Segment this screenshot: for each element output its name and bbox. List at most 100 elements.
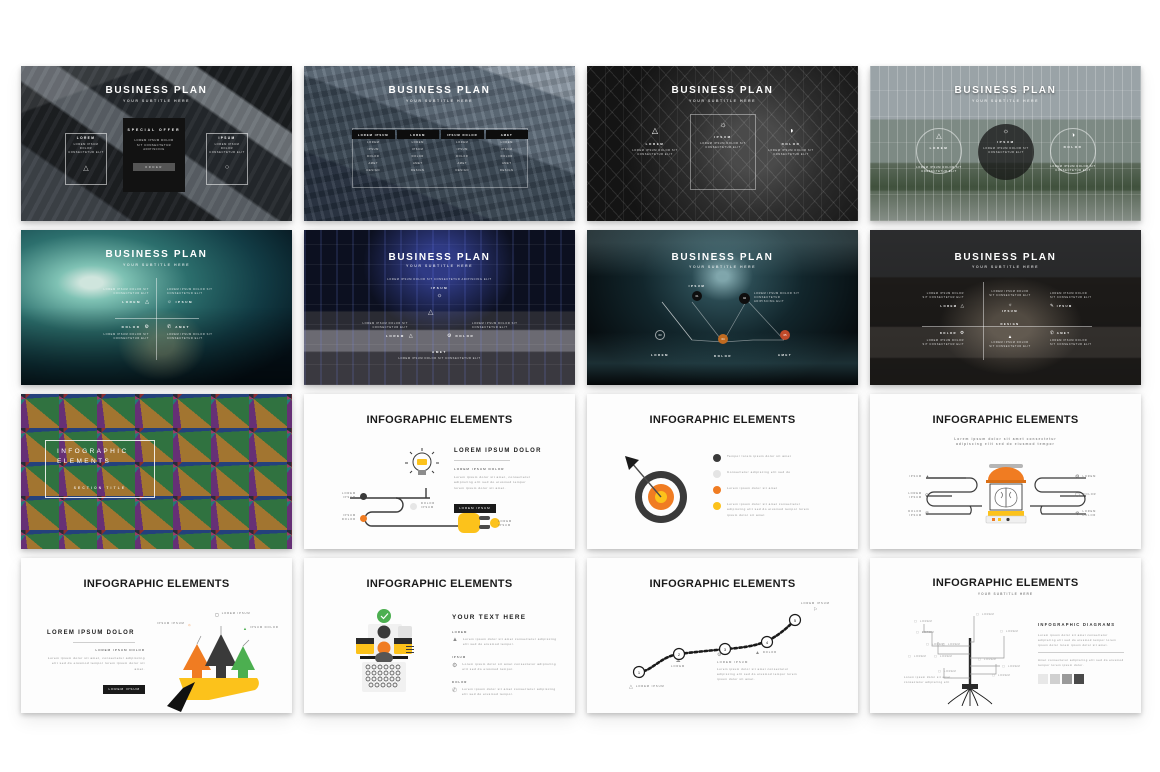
slide-7-node-5: 05 AMET (767, 330, 803, 357)
slide-5-label-3: DOLOR (121, 325, 141, 329)
slide-8-subtitle: YOUR SUBTITLE HERE (972, 265, 1039, 269)
slide-14-item-3-text: Lorem ipsum dolor sit amet consectetur a… (462, 686, 556, 697)
slide-7-connector-lines (661, 299, 785, 343)
slide-15-step-5-label: LOREM IPSUM (801, 602, 830, 605)
slide-thumbnail-5[interactable]: BUSINESS PLAN YOUR SUBTITLE HERE LOREM I… (21, 230, 292, 385)
svg-text:▢: ▢ (914, 619, 917, 623)
bulb-icon: ☼ (436, 293, 443, 300)
gear-icon (360, 492, 367, 500)
svg-text:▢: ▢ (1002, 664, 1005, 668)
slide-thumbnail-6[interactable]: BUSINESS PLAN YOUR SUBTITLE HERE LOREM I… (304, 230, 575, 385)
slide-thumbnail-2[interactable]: BUSINESS PLAN YOUR SUBTITLE HERE LOREM I… (304, 66, 575, 221)
slide-12-left-item-2[interactable]: LOREM IPSUM ⚲ (900, 492, 940, 500)
slide-8-block-1: LOREM IPSUM DOLOR SIT CONSECTETUR ELIT L… (922, 292, 964, 309)
slide-14-text-column: YOUR TEXT HERE LOREM ▲ Lorem ipsum dolor… (452, 614, 558, 697)
list-item[interactable]: Lorem ipsum dolor sit amet consectetur a… (713, 502, 837, 518)
slide-10-node-3-label: DOLOR IPSUM (421, 502, 436, 510)
slide-12-right-item-1[interactable]: ⚙ LOREM (1075, 474, 1108, 480)
slide-11-title: INFOGRAPHIC ELEMENTS (649, 414, 796, 426)
slide-thumbnail-3[interactable]: BUSINESS PLAN YOUR SUBTITLE HERE △ LOREM… (587, 66, 858, 221)
slide-thumbnail-13[interactable]: INFOGRAPHIC ELEMENTS LOREM IPSUM DOLOR L… (21, 558, 292, 713)
slide-thumbnail-8[interactable]: BUSINESS PLAN YOUR SUBTITLE HERE LOREM I… (870, 230, 1141, 385)
slide-15-step-1[interactable]: △ LOREM IPSUM (629, 684, 665, 690)
list-item[interactable]: LOREM ▲ Lorem ipsum dolor sit amet conse… (452, 630, 558, 647)
table-cell: LOREM (367, 141, 380, 145)
table-cell: LOREM (456, 141, 469, 145)
slide-6-body-left: LOREM IPSUM DOLOR SIT CONSECTETUR ELIT (362, 322, 408, 330)
arrow-up-icon (205, 634, 237, 666)
slide-7-label-5: AMET (777, 353, 793, 357)
table-cell: IPSUM (367, 148, 379, 152)
slide-4-body-1: LOREM IPSUM DOLOR SIT CONSECTETUR ELIT (916, 166, 962, 174)
chart-icon: ▲ (1007, 334, 1013, 339)
slide-thumbnail-15[interactable]: INFOGRAPHIC ELEMENTS 1 2 3 4 5 △ LOREM I… (587, 558, 858, 713)
list-item[interactable]: Lorem ipsum dolor sit amet (713, 486, 837, 494)
slide-13-callout-3[interactable]: ▲ IPSUM DOLOR (243, 626, 279, 631)
slide-10-node-2[interactable]: IPSUM DOLOR (338, 514, 367, 523)
list-item[interactable]: IPSUM ⚙ Lorem ipsum dolor sit amet conse… (452, 655, 558, 672)
table-column[interactable]: AMET LOREM IPSUM DOLOR AMET DESIGN (485, 130, 529, 174)
slide-10-node-4[interactable]: LOREM IPSUM (498, 520, 520, 529)
slide-thumbnail-7[interactable]: BUSINESS PLAN YOUR SUBTITLE HERE IPSUM 0… (587, 230, 858, 385)
slide-11-list: Tempor lorem ipsum dolor sit amet Consec… (713, 454, 837, 518)
slide-14-item-1-label: LOREM (452, 630, 468, 634)
slide-13-callout-1[interactable]: IPSUM IPSUM ☼ (157, 622, 191, 627)
slide-8-label-5: DESIGN (1000, 322, 1020, 326)
slide-1-offer-card[interactable]: SPECIAL OFFER LOREM IPSUM DOLOR SIT CONS… (123, 118, 185, 192)
slide-thumbnail-10[interactable]: INFOGRAPHIC ELEMENTS LOREM IPSUM IPSUM D… (304, 394, 575, 549)
slide-7-content: BUSINESS PLAN YOUR SUBTITLE HERE IPSUM 0… (587, 230, 858, 385)
slide-12-left-item-1[interactable]: IPSUM ▲ (900, 474, 940, 480)
slide-10-node-3[interactable]: DOLOR IPSUM (410, 502, 443, 511)
bullet-icon (713, 470, 721, 478)
slide-thumbnail-16[interactable]: INFOGRAPHIC ELEMENTS YOUR SUBTITLE HERE (870, 558, 1141, 713)
slide-8-block-4: DOLOR ⚙ LOREM IPSUM DOLOR SIT CONSECTETU… (922, 330, 964, 347)
svg-text:▢: ▢ (978, 657, 981, 661)
slide-14-item-2-text: Lorem ipsum dolor sit amet consectetur a… (462, 661, 557, 672)
slide-13-callout-2[interactable]: ▢ LOREM IPSUM (215, 612, 251, 617)
slide-thumbnail-4[interactable]: BUSINESS PLAN YOUR SUBTITLE HERE △ LOREM… (870, 66, 1141, 221)
slide-14-item-1-text: Lorem ipsum dolor sit amet consectetur a… (462, 636, 557, 646)
svg-text:LOREM: LOREM (1006, 629, 1018, 633)
svg-text:LOREM: LOREM (998, 673, 1010, 677)
slide-10-node-1[interactable]: LOREM IPSUM (338, 492, 367, 501)
slide-15-step-2[interactable]: ☁ LOREM (671, 658, 685, 669)
list-item[interactable]: Tempor lorem ipsum dolor sit amet (713, 454, 837, 462)
slide-4-label-1: LOREM (929, 146, 949, 150)
slide-thumbnail-1[interactable]: BUSINESS PLAN YOUR SUBTITLE HERE LOREM L… (21, 66, 292, 221)
list-item[interactable]: Consectetur adipiscing elit sed do (713, 470, 837, 478)
color-swatch[interactable] (1038, 674, 1048, 685)
slide-12-left-item-3[interactable]: DOLOR IPSUM ✆ (900, 510, 940, 518)
slide-15-step-4-label: DOLOR (762, 650, 778, 654)
slide-thumbnail-12[interactable]: INFOGRAPHIC ELEMENTS Lorem ipsum dolor s… (870, 394, 1141, 549)
color-swatch[interactable] (1074, 674, 1084, 685)
slide-6-label-right: DOLOR (455, 334, 475, 338)
slide-15-step-5[interactable]: LOREM IPSUM ⚐ (801, 602, 830, 613)
slide-13-cta-button[interactable]: LOREM IPSUM (103, 684, 145, 694)
slide-thumbnail-14[interactable]: INFOGRAPHIC ELEMENTS YOUR TEXT HERE LORE… (304, 558, 575, 713)
slide-8-body-6: LOREM IPSUM DOLOR SIT CONSECTETUR ELIT (1050, 339, 1092, 346)
slide-15-step-4[interactable]: ▲ DOLOR (755, 650, 777, 656)
svg-text:LOREM: LOREM (922, 630, 934, 634)
pen-icon: ✎ (1050, 302, 1054, 308)
slide-4-column-3: ◑ DOLOR LOREM IPSUM DOLOR SIT CONSECTETU… (1048, 132, 1098, 173)
slide-thumbnail-9[interactable]: INFOGRAPHIC ELEMENTS SECTION TITLE (21, 394, 292, 549)
slide-15-step-3[interactable]: ⚙ LOREM IPSUM Lorem ipsum dolor sit amet… (717, 652, 799, 682)
bullet-icon (713, 454, 721, 462)
color-swatch[interactable] (1062, 674, 1072, 685)
slide-12-right-item-3[interactable]: ⚙ LOREM DOLOR (1075, 510, 1108, 518)
table-cells: LOREM IPSUM DOLOR AMET DESIGN (486, 139, 529, 174)
chart-icon: ▲ (755, 650, 760, 656)
table-column[interactable]: IPSUM DOLOR LOREM IPSUM DOLOR AMET DESIG… (441, 130, 484, 174)
slide-10-cta-button[interactable]: LOREM IPSUM (454, 503, 496, 513)
slide-2-pricing-table[interactable]: LOREM IPSUM LOREM IPSUM DOLOR AMET DESIG… (352, 130, 528, 174)
table-column[interactable]: LOREM IPSUM LOREM IPSUM DOLOR AMET DESIG… (352, 130, 395, 174)
list-item[interactable]: DOLOR ✆ Lorem ipsum dolor sit amet conse… (452, 680, 558, 697)
slide-thumbnail-11[interactable]: INFOGRAPHIC ELEMENTS Tempor lorem ipsum … (587, 394, 858, 549)
table-column[interactable]: LOREM LOREM IPSUM DOLOR AMET DESIGN (396, 130, 439, 174)
slide-12-right-item-2[interactable]: ▢ DOLOR (1075, 492, 1109, 498)
slide-1-order-button[interactable]: ORDER (133, 163, 175, 172)
slide-16-swatches[interactable] (1038, 674, 1124, 685)
table-cell: DESIGN (410, 169, 425, 173)
color-swatch[interactable] (1050, 674, 1060, 685)
slide-1-title: BUSINESS PLAN (105, 85, 208, 96)
